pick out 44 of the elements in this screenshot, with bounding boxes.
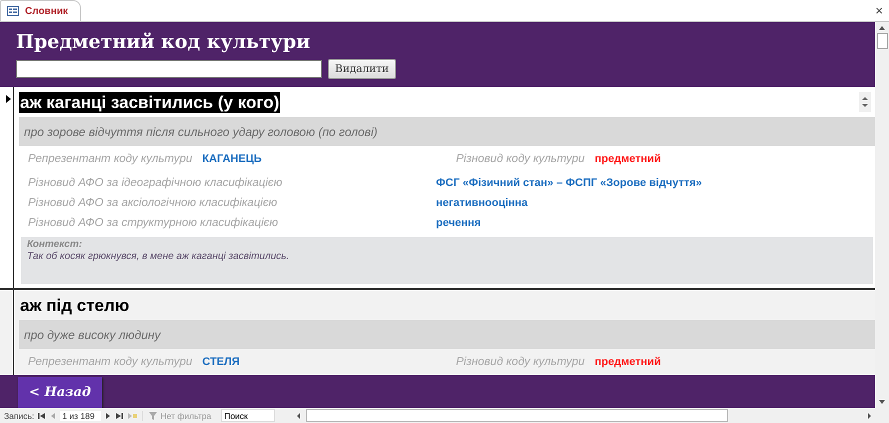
record-position[interactable]: 1 из 189: [60, 410, 101, 420]
current-record-icon: [6, 95, 11, 103]
vertical-scrollbar[interactable]: [875, 22, 889, 408]
record-label: Запись:: [4, 410, 34, 420]
down-arrow-icon[interactable]: [862, 104, 868, 108]
description: про дуже високу людину: [24, 328, 160, 342]
scroll-right-icon[interactable]: [865, 412, 873, 420]
delete-button[interactable]: Видалити: [328, 59, 396, 79]
field-value: предметний: [594, 153, 661, 165]
field-value: негативнооцінна: [436, 197, 528, 209]
document-tab[interactable]: Словник: [0, 0, 81, 21]
field-value: КАГАНЕЦЬ: [202, 153, 262, 165]
next-record-icon[interactable]: [104, 412, 111, 420]
scroll-up-icon[interactable]: [878, 25, 886, 31]
up-arrow-icon[interactable]: [862, 96, 868, 100]
description: про зорове відчуття після сильного удару головою (по голові): [24, 124, 378, 138]
context-text: Так об косяк грюкнувся, в мене аж каганці засвітились.: [27, 251, 290, 262]
filter-icon: [148, 412, 157, 420]
tab-label: Словник: [25, 6, 68, 16]
field-value: СТЕЛЯ: [202, 356, 240, 368]
scroll-down-icon[interactable]: [878, 399, 886, 405]
field-label: Різновид АФО за ідеографічною класифікацією: [28, 177, 284, 189]
field-label: Репрезентант коду культури: [28, 153, 192, 165]
field-value: ФСГ «Фізичний стан» – ФСПГ «Зорове відчуття»: [436, 177, 702, 189]
last-record-icon[interactable]: [114, 412, 123, 420]
field-value: предметний: [594, 356, 661, 368]
entry-title: аж під стелю: [19, 294, 130, 316]
entry-title: аж каганці засвітились (у кого): [19, 92, 280, 112]
back-button[interactable]: < Назад: [18, 377, 102, 408]
first-record-icon[interactable]: [38, 412, 46, 420]
search-field[interactable]: [16, 60, 322, 78]
close-button[interactable]: ×: [869, 3, 889, 18]
field-value: речення: [436, 217, 481, 229]
spin-control[interactable]: [859, 92, 871, 112]
form-title: Предметний код культури: [16, 30, 312, 54]
field-label: Різновид коду культури: [456, 356, 585, 368]
field-label: Різновид коду культури: [456, 153, 585, 165]
scroll-thumb[interactable]: [876, 33, 888, 49]
field-label: Різновид АФО за аксіологічною класифікацією: [28, 197, 278, 209]
field-label: Різновид АФО за структурною класифікацією: [28, 217, 279, 229]
field-label: Репрезентант коду культури: [28, 356, 192, 368]
form-icon: [7, 6, 19, 16]
scroll-thumb[interactable]: [306, 409, 728, 422]
context-label: Контекст:: [27, 239, 84, 250]
